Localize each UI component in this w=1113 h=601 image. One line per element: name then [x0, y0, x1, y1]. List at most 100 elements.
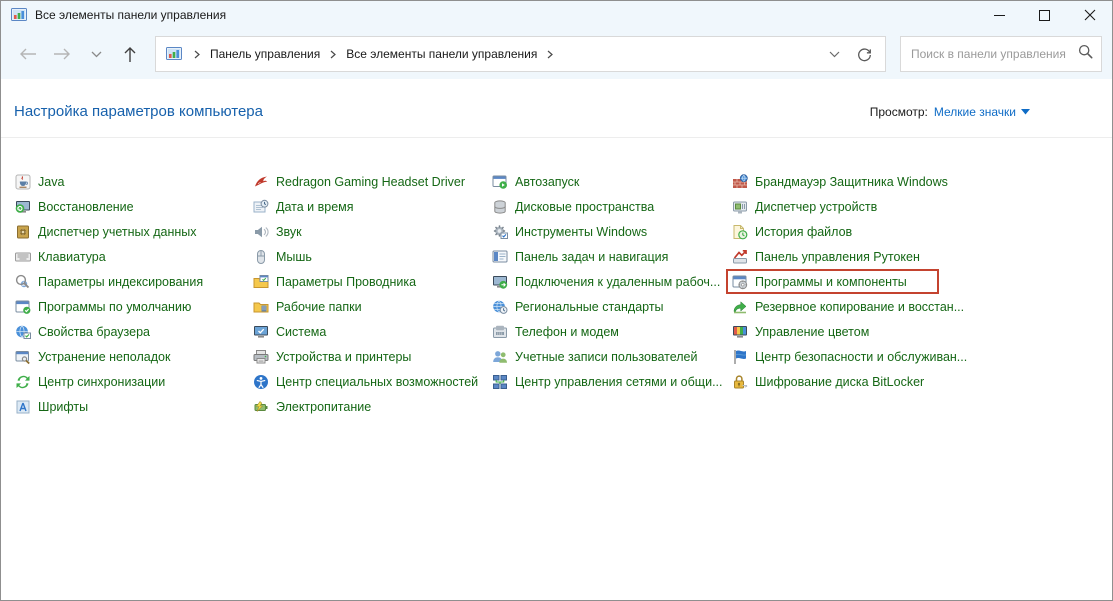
cp-item-autoplay[interactable]: Автозапуск: [492, 169, 732, 194]
redragon-icon: [253, 174, 269, 190]
breadcrumb-all-items[interactable]: Все элементы панели управления: [342, 47, 541, 61]
cp-item-security-maintenance[interactable]: Центр безопасности и обслуживан...: [732, 344, 971, 369]
network-sharing-icon: [492, 374, 508, 390]
cp-item-explorer-options[interactable]: Параметры Проводника: [253, 269, 492, 294]
storage-spaces-icon: [492, 199, 508, 215]
control-panel-icon: [166, 46, 182, 62]
cp-items-column: Брандмауэр Защитника WindowsДиспетчер ус…: [732, 169, 971, 419]
navigation-bar: Панель управления Все элементы панели уп…: [1, 29, 1112, 79]
close-button[interactable]: [1067, 1, 1112, 29]
cp-item-windows-tools[interactable]: Инструменты Windows: [492, 219, 732, 244]
maximize-button[interactable]: [1022, 1, 1067, 29]
cp-item-fonts[interactable]: Шрифты: [15, 394, 253, 419]
cp-item-taskbar-navigation[interactable]: Панель задач и навигация: [492, 244, 732, 269]
window-controls: [977, 1, 1112, 29]
cp-item-power-options[interactable]: Электропитание: [253, 394, 492, 419]
work-folders-icon: [253, 299, 269, 315]
cp-item-programs-features[interactable]: Программы и компоненты: [732, 269, 971, 294]
up-button[interactable]: [113, 37, 147, 71]
cp-item-label: Система: [276, 325, 326, 339]
cp-item-label: Центр синхронизации: [38, 375, 165, 389]
rutoken-icon: [732, 249, 748, 265]
cp-item-label: Свойства браузера: [38, 325, 150, 339]
address-bar[interactable]: Панель управления Все элементы панели уп…: [155, 36, 886, 72]
cp-item-color-management[interactable]: Управление цветом: [732, 319, 971, 344]
cp-item-firewall[interactable]: Брандмауэр Защитника Windows: [732, 169, 971, 194]
cp-item-rutoken[interactable]: Панель управления Рутокен: [732, 244, 971, 269]
cp-item-internet-options[interactable]: Свойства браузера: [15, 319, 253, 344]
bitlocker-icon: [732, 374, 748, 390]
programs-features-icon: [732, 274, 748, 290]
cp-item-indexing-options[interactable]: Параметры индексирования: [15, 269, 253, 294]
breadcrumb-control-panel[interactable]: Панель управления: [206, 47, 324, 61]
cp-item-devices-printers[interactable]: Устройства и принтеры: [253, 344, 492, 369]
breadcrumb-separator-icon: [541, 50, 559, 59]
cp-item-label: Восстановление: [38, 200, 134, 214]
search-icon[interactable]: [1078, 44, 1093, 64]
cp-item-date-time[interactable]: Дата и время: [253, 194, 492, 219]
system-icon: [253, 324, 269, 340]
cp-item-default-programs[interactable]: Программы по умолчанию: [15, 294, 253, 319]
recent-pages-dropdown[interactable]: [79, 37, 113, 71]
cp-item-label: Телефон и модем: [515, 325, 619, 339]
file-history-icon: [732, 224, 748, 240]
cp-item-label: Инструменты Windows: [515, 225, 647, 239]
cp-item-java[interactable]: Java: [15, 169, 253, 194]
keyboard-icon: [15, 249, 31, 265]
cp-item-network-sharing[interactable]: Центр управления сетями и общи...: [492, 369, 732, 394]
view-value: Мелкие значки: [934, 105, 1016, 119]
cp-item-ease-of-access[interactable]: Центр специальных возможностей: [253, 369, 492, 394]
cp-item-storage-spaces[interactable]: Дисковые пространства: [492, 194, 732, 219]
credential-manager-icon: [15, 224, 31, 240]
cp-item-label: Панель задач и навигация: [515, 250, 668, 264]
cp-item-sound[interactable]: Звук: [253, 219, 492, 244]
cp-item-label: Центр безопасности и обслуживан...: [755, 350, 967, 364]
sync-center-icon: [15, 374, 31, 390]
back-button[interactable]: [11, 37, 45, 71]
firewall-icon: [732, 174, 748, 190]
cp-item-bitlocker[interactable]: Шифрование диска BitLocker: [732, 369, 971, 394]
cp-item-device-manager[interactable]: Диспетчер устройств: [732, 194, 971, 219]
minimize-button[interactable]: [977, 1, 1022, 29]
view-label: Просмотр:: [870, 105, 928, 119]
cp-item-user-accounts[interactable]: Учетные записи пользователей: [492, 344, 732, 369]
fonts-icon: [15, 399, 31, 415]
color-management-icon: [732, 324, 748, 340]
cp-item-label: Управление цветом: [755, 325, 869, 339]
cp-item-label: Клавиатура: [38, 250, 106, 264]
cp-item-troubleshooting[interactable]: Устранение неполадок: [15, 344, 253, 369]
backup-restore-icon: [732, 299, 748, 315]
cp-item-work-folders[interactable]: Рабочие папки: [253, 294, 492, 319]
cp-item-phone-modem[interactable]: Телефон и модем: [492, 319, 732, 344]
cp-item-file-history[interactable]: История файлов: [732, 219, 971, 244]
search-box: [900, 36, 1102, 72]
refresh-button[interactable]: [849, 39, 879, 69]
cp-item-label: Параметры Проводника: [276, 275, 416, 289]
cp-item-region[interactable]: Региональные стандарты: [492, 294, 732, 319]
region-icon: [492, 299, 508, 315]
cp-item-system[interactable]: Система: [253, 319, 492, 344]
cp-item-backup-restore[interactable]: Резервное копирование и восстан...: [732, 294, 971, 319]
cp-item-label: Дата и время: [276, 200, 354, 214]
cp-item-label: Шрифты: [38, 400, 88, 414]
cp-item-redragon[interactable]: Redragon Gaming Headset Driver: [253, 169, 492, 194]
cp-item-label: История файлов: [755, 225, 852, 239]
cp-item-recovery[interactable]: Восстановление: [15, 194, 253, 219]
content-area: Настройка параметров компьютера Просмотр…: [1, 79, 1112, 600]
forward-button[interactable]: [45, 37, 79, 71]
control-panel-window: Все элементы панели управления: [0, 0, 1113, 601]
java-icon: [15, 174, 31, 190]
cp-item-label: Автозапуск: [515, 175, 579, 189]
breadcrumb-separator-icon: [324, 50, 342, 59]
view-dropdown[interactable]: Мелкие значки: [934, 105, 1030, 119]
cp-item-sync-center[interactable]: Центр синхронизации: [15, 369, 253, 394]
cp-item-credential-manager[interactable]: Диспетчер учетных данных: [15, 219, 253, 244]
search-input[interactable]: [911, 47, 1078, 61]
titlebar: Все элементы панели управления: [1, 1, 1112, 29]
cp-item-keyboard[interactable]: Клавиатура: [15, 244, 253, 269]
cp-item-mouse[interactable]: Мышь: [253, 244, 492, 269]
cp-item-label: Звук: [276, 225, 302, 239]
cp-item-label: Рабочие папки: [276, 300, 362, 314]
address-dropdown-button[interactable]: [819, 39, 849, 69]
cp-item-remote-desktop[interactable]: Подключения к удаленным рабоч...: [492, 269, 732, 294]
